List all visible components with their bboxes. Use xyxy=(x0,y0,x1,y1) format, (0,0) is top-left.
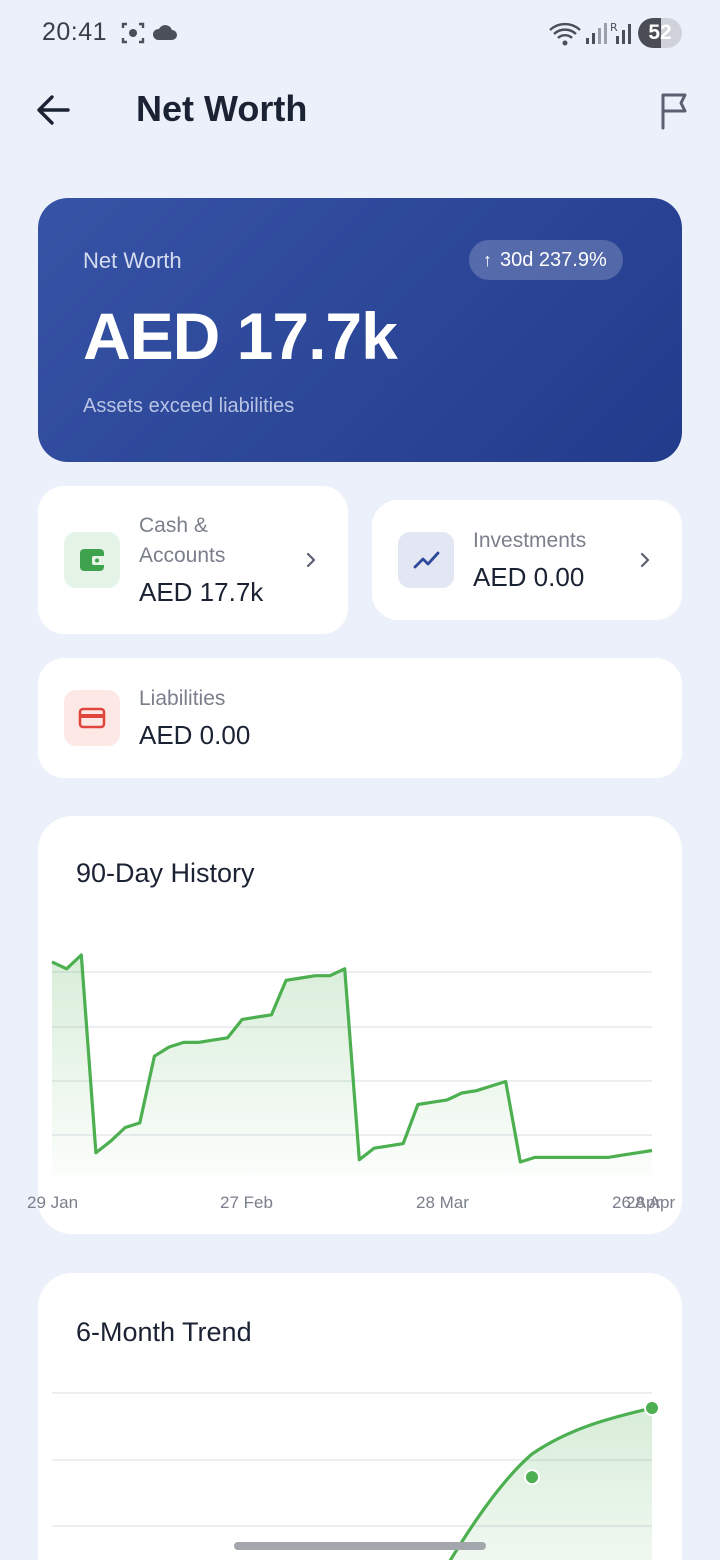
cloud-icon xyxy=(151,20,179,51)
wifi-icon xyxy=(548,20,582,53)
cash-label-line1: Cash & xyxy=(139,514,208,537)
arrow-up-icon: ↑ xyxy=(483,249,492,270)
cash-accounts-card[interactable]: Cash & Accounts AED 17.7k xyxy=(38,486,348,634)
liabilities-icon-tile xyxy=(64,690,120,746)
cash-label-line2: Accounts xyxy=(139,544,226,567)
change-badge-text: 30d 237.9% xyxy=(500,248,607,271)
investments-label: Investments xyxy=(473,529,587,552)
status-bar: 20:41 R 52 xyxy=(0,0,720,66)
trend-chart-card: 6-Month Trend xyxy=(38,1273,682,1560)
investments-value: AED 0.00 xyxy=(473,562,585,592)
credit-card-icon xyxy=(78,707,106,729)
cash-icon-tile xyxy=(64,532,120,588)
flag-button[interactable] xyxy=(654,90,696,132)
chevron-right-icon xyxy=(640,552,650,568)
screen-record-icon xyxy=(120,20,146,51)
liabilities-card[interactable]: Liabilities AED 0.00 xyxy=(38,658,682,778)
investments-card[interactable]: Investments AED 0.00 xyxy=(372,500,682,620)
net-worth-value: AED 17.7k xyxy=(83,299,398,373)
back-button[interactable] xyxy=(32,88,76,132)
signal-roaming-icon: R xyxy=(610,20,636,51)
battery-indicator: 52 xyxy=(638,18,682,48)
history-x-tick: 28 Apr xyxy=(626,1193,676,1212)
history-x-tick: 28 Mar xyxy=(416,1193,469,1212)
investments-icon-tile xyxy=(398,532,454,588)
battery-level: 52 xyxy=(648,21,672,44)
cash-value: AED 17.7k xyxy=(139,577,264,607)
trend-chart-title: 6-Month Trend xyxy=(76,1317,252,1347)
home-indicator[interactable] xyxy=(234,1542,486,1550)
history-chart-title: 90-Day History xyxy=(76,858,255,888)
change-badge: ↑ 30d 237.9% xyxy=(469,240,623,280)
net-worth-screen: 20:41 R 52 Net Worth Net Worth ↑ 30d 237… xyxy=(0,0,720,1560)
history-x-tick: 27 Feb xyxy=(220,1193,273,1212)
arrow-left-icon xyxy=(37,95,70,125)
wallet-icon xyxy=(80,549,105,571)
history-chart-card: 90-Day History xyxy=(38,816,682,1234)
flag-icon xyxy=(661,93,687,130)
liabilities-value: AED 0.00 xyxy=(139,720,251,750)
history-x-tick: 29 Jan xyxy=(27,1193,79,1212)
hero-subtitle: Assets exceed liabilities xyxy=(83,395,295,417)
chevron-right-icon xyxy=(306,552,316,568)
hero-label: Net Worth xyxy=(83,248,182,273)
signal-icon xyxy=(584,22,608,51)
page-title: Net Worth xyxy=(136,88,308,129)
trending-up-icon xyxy=(413,551,440,569)
net-worth-hero-card: Net Worth ↑ 30d 237.9% AED 17.7k Assets … xyxy=(38,198,682,462)
liabilities-label: Liabilities xyxy=(139,687,226,710)
status-time: 20:41 xyxy=(42,18,108,46)
svg-text:R: R xyxy=(610,21,618,34)
